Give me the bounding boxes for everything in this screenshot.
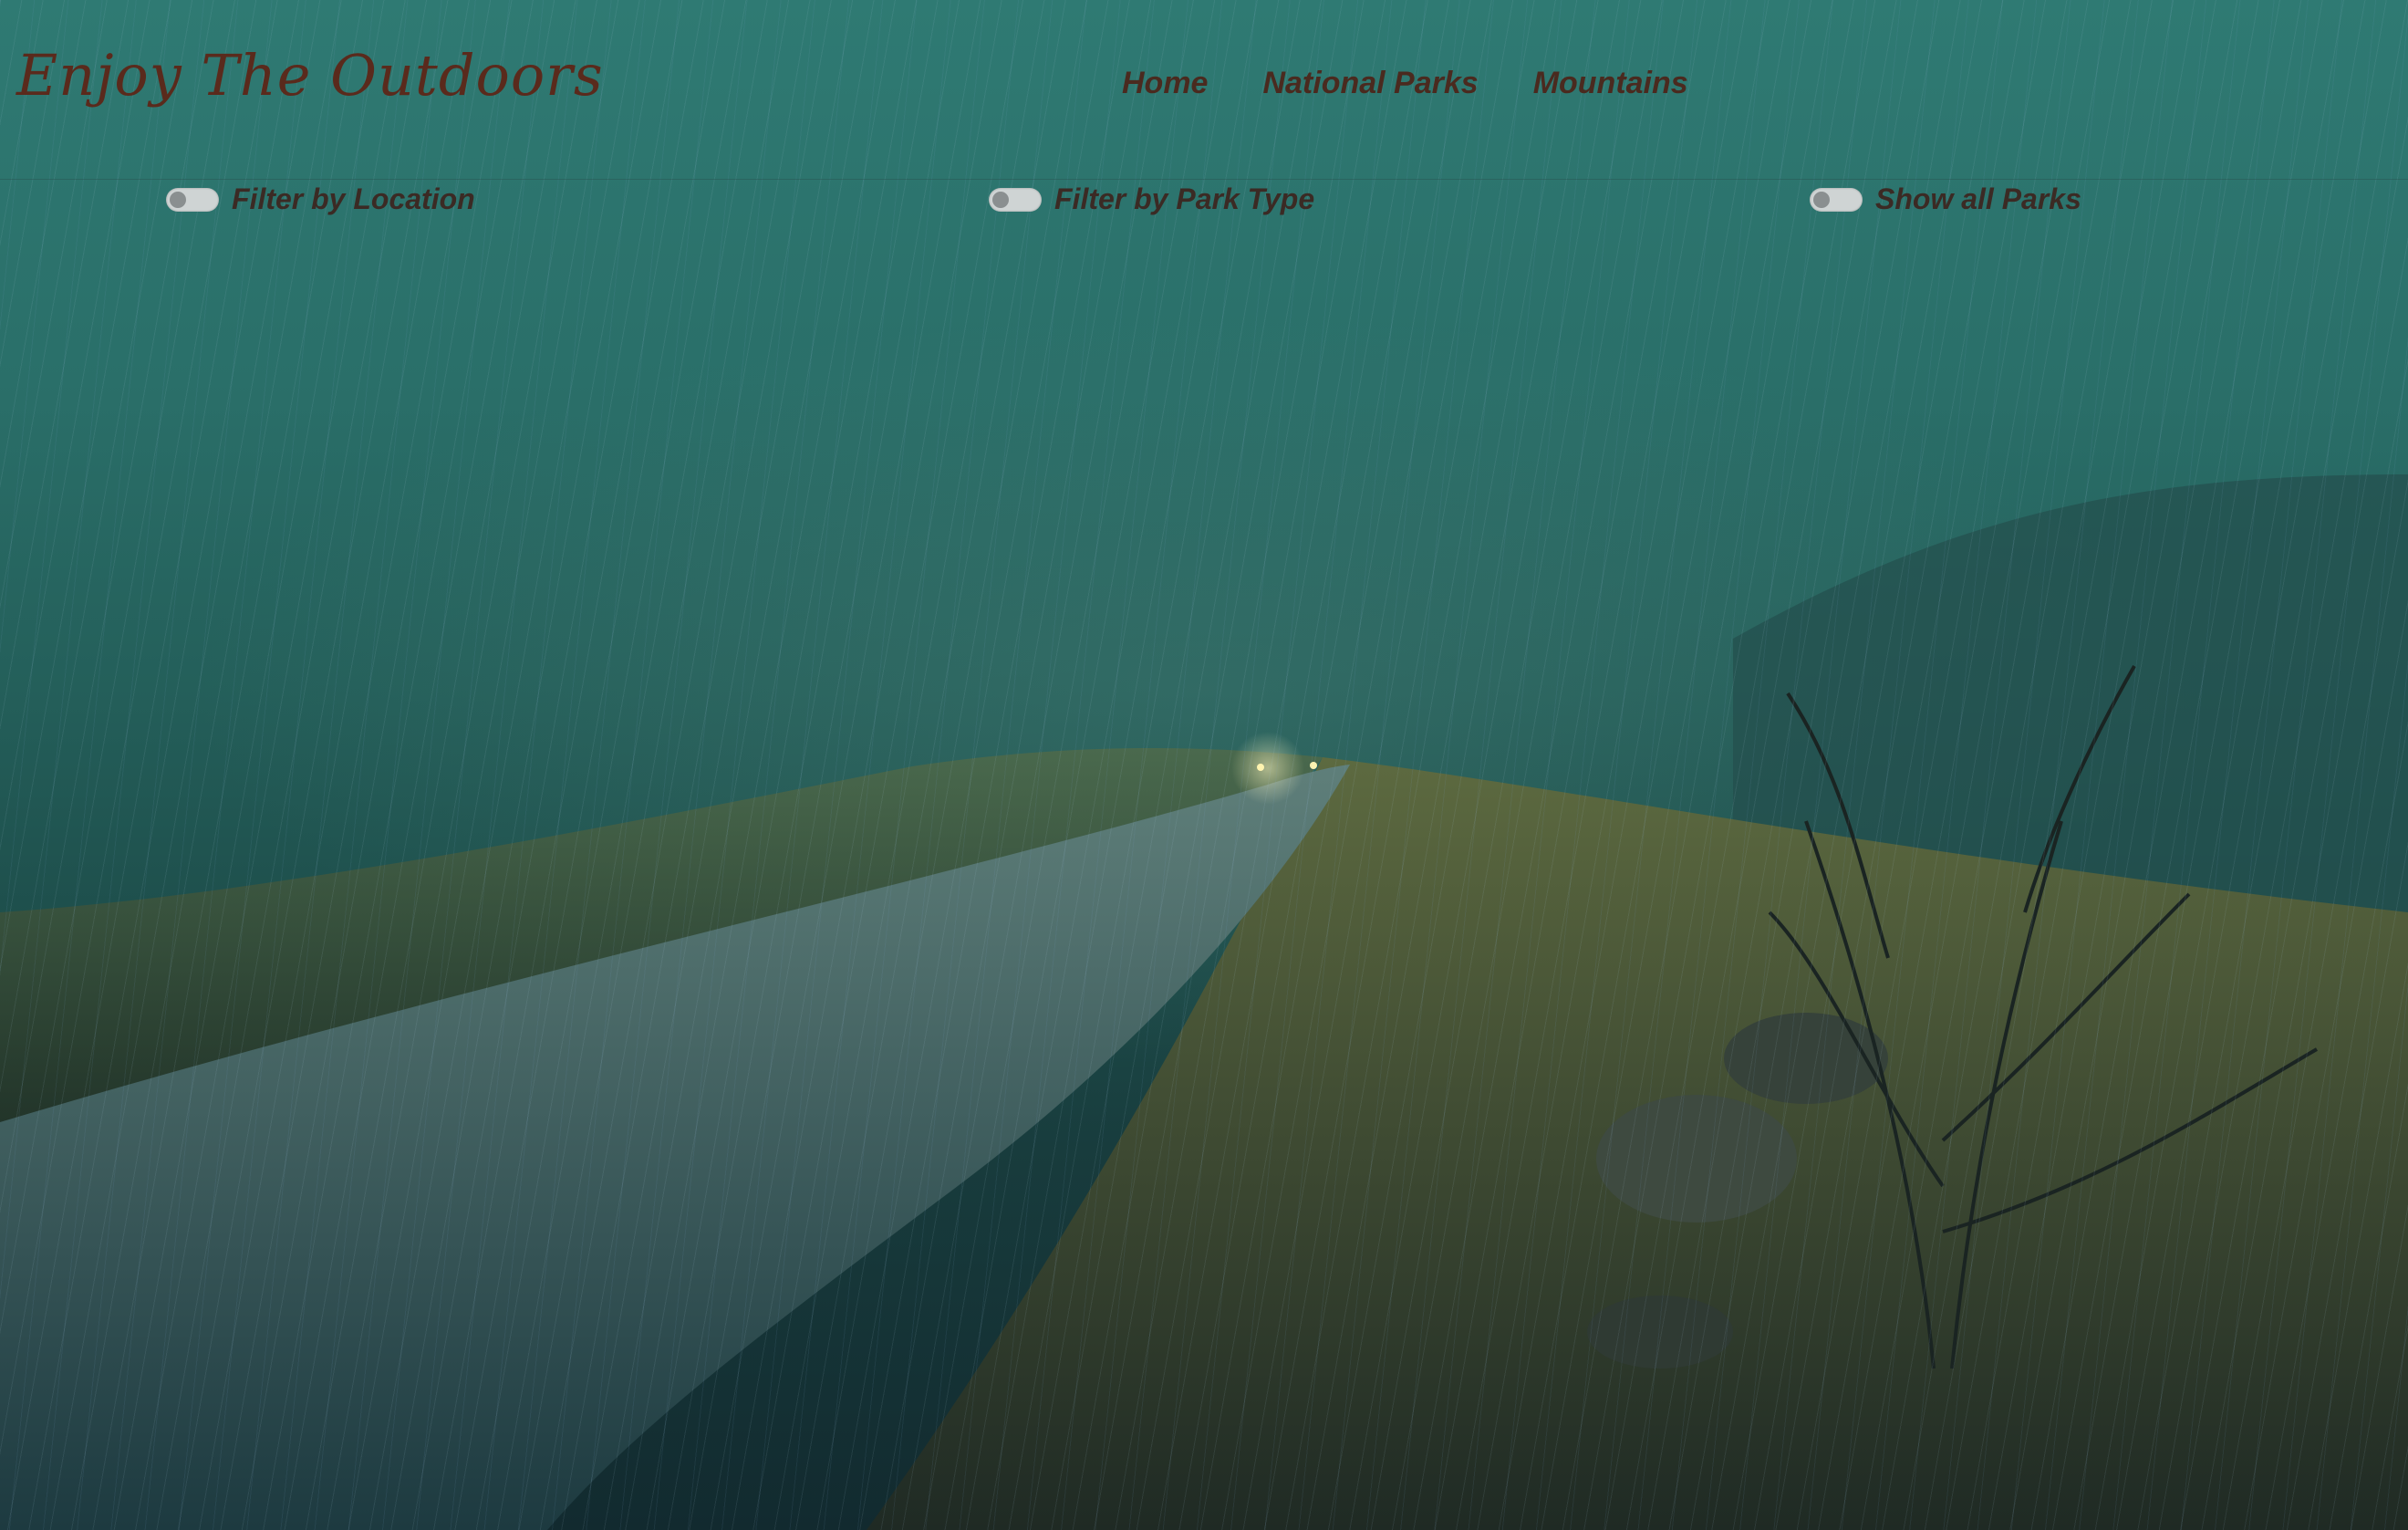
headlight	[1310, 762, 1317, 769]
page: Enjoy The Outdoors Home National Parks M…	[0, 0, 2408, 1530]
show-all-parks[interactable]: Show all Parks	[1810, 182, 2081, 216]
toggle-knob	[170, 191, 186, 208]
nav-link-mountains[interactable]: Mountains	[1533, 66, 1688, 101]
filter-park-type[interactable]: Filter by Park Type	[989, 182, 1314, 216]
site-header: Enjoy The Outdoors Home National Parks M…	[0, 0, 2408, 180]
site-logo[interactable]: Enjoy The Outdoors	[16, 42, 604, 109]
nav-link-home[interactable]: Home	[1122, 66, 1208, 101]
background-image	[0, 474, 2408, 1530]
toggle-knob	[992, 191, 1009, 208]
show-all-parks-label: Show all Parks	[1875, 182, 2081, 215]
filter-park-type-toggle[interactable]	[989, 187, 1042, 212]
filter-location[interactable]: Filter by Location	[166, 182, 475, 216]
nav-link-national-parks[interactable]: National Parks	[1262, 66, 1478, 101]
filter-location-label: Filter by Location	[232, 182, 475, 215]
toggle-knob	[1813, 191, 1830, 208]
filter-location-toggle[interactable]	[166, 187, 219, 212]
filter-bar: Filter by Location Filter by Park Type S…	[0, 179, 2408, 224]
filter-park-type-label: Filter by Park Type	[1054, 182, 1315, 215]
headlight-glow	[1231, 732, 1304, 805]
rock	[1587, 1296, 1733, 1369]
headlight	[1257, 764, 1264, 771]
rock	[1724, 1013, 1888, 1104]
rock	[1596, 1095, 1797, 1223]
main-nav: Home National Parks Mountains	[1122, 66, 1688, 101]
show-all-parks-toggle[interactable]	[1810, 187, 1863, 212]
